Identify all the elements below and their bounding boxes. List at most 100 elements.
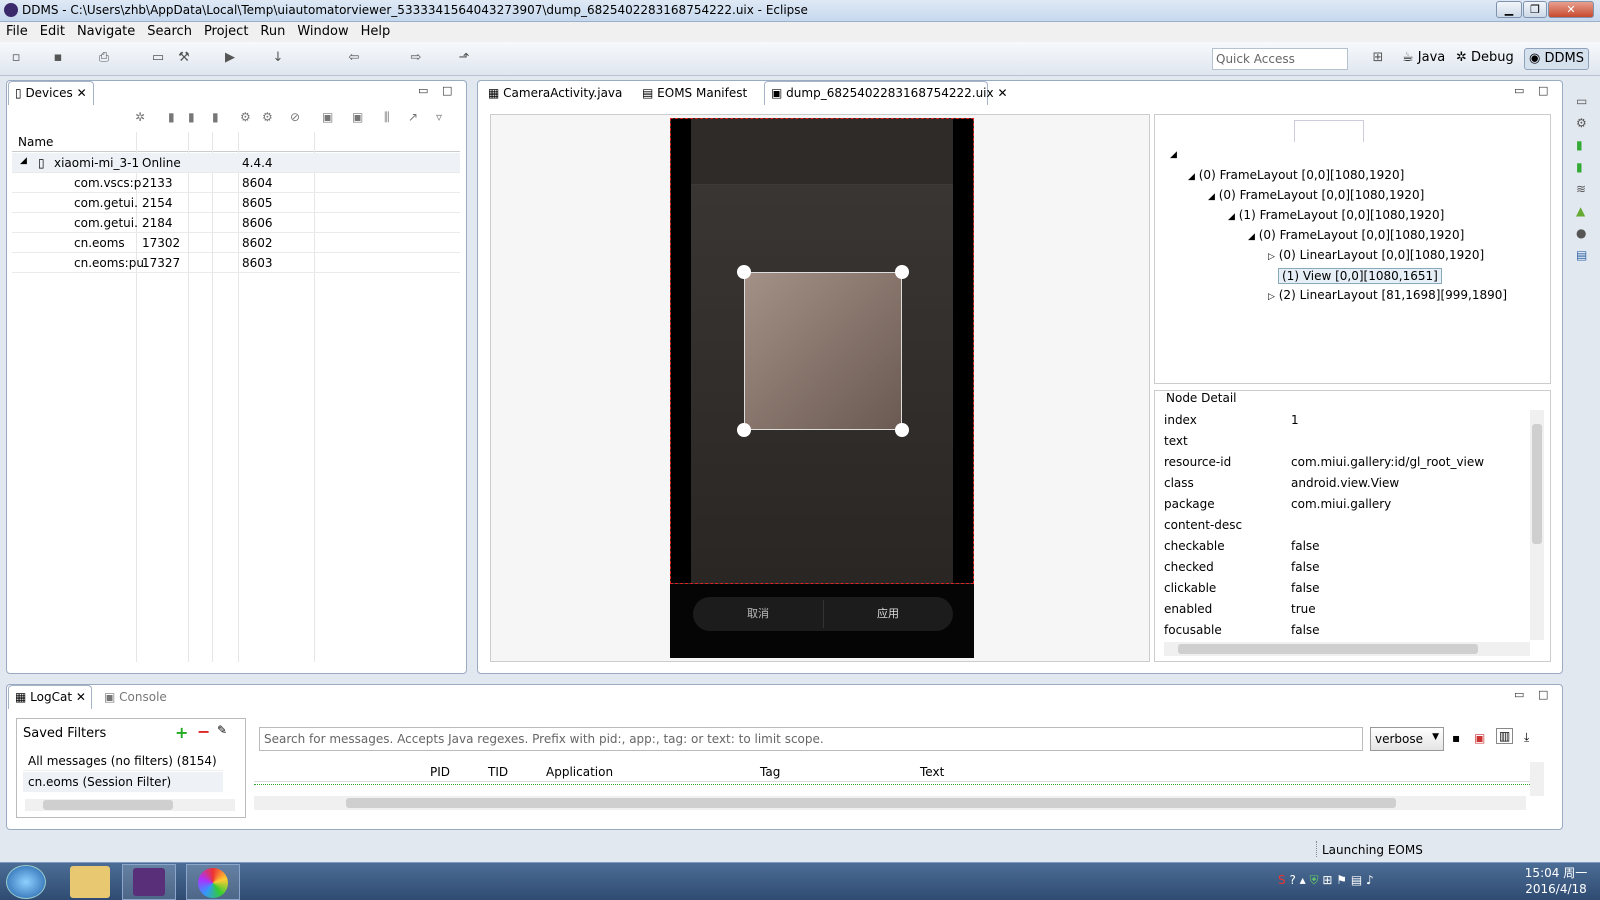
close-icon[interactable]: ✕ bbox=[76, 690, 86, 704]
crop-handle[interactable] bbox=[737, 423, 751, 437]
open-icon[interactable]: ▭ bbox=[150, 50, 166, 66]
process-row[interactable]: com.getui. 2184 8606 bbox=[12, 213, 460, 233]
crop-handle[interactable] bbox=[895, 265, 909, 279]
tab-eoms-manifest[interactable]: ▤ EOMS Manifest bbox=[636, 82, 753, 106]
update-threads-icon[interactable]: ⚙ bbox=[240, 110, 251, 124]
pin-icon[interactable]: ⬏ bbox=[456, 50, 472, 66]
detail-horizontal-scrollbar[interactable] bbox=[1164, 642, 1530, 656]
logcat-vertical-scrollbar[interactable] bbox=[1530, 762, 1544, 796]
maximize-icon[interactable]: □ bbox=[1538, 84, 1548, 97]
menu-help[interactable]: Help bbox=[355, 22, 397, 41]
expand-icon[interactable]: ◢ bbox=[1170, 150, 1177, 160]
tab-logcat[interactable]: ▦ LogCat ✕ bbox=[8, 685, 92, 709]
process-row[interactable]: cn.eoms 17302 8602 bbox=[12, 233, 460, 253]
menu-navigate[interactable]: Navigate bbox=[71, 22, 141, 41]
perspective-debug[interactable]: ✲ Debug bbox=[1452, 48, 1518, 70]
opengl-trace-icon[interactable]: ↗ bbox=[408, 110, 418, 124]
tree-node[interactable]: ◢ (0) FrameLayout [0,0][1080,1920] bbox=[1248, 228, 1464, 242]
forward-icon[interactable]: ⇨ bbox=[408, 50, 424, 66]
tree-node-selected[interactable]: (1) View [0,0][1080,1651] bbox=[1278, 268, 1442, 284]
print-icon[interactable]: ⎙ bbox=[96, 50, 112, 66]
add-filter-icon[interactable]: + bbox=[175, 723, 188, 742]
logcat-horizontal-scrollbar[interactable] bbox=[254, 796, 1526, 810]
systrace-icon[interactable]: ⫼ bbox=[384, 110, 390, 125]
network-icon[interactable]: ≋ bbox=[1576, 182, 1586, 196]
minimize-icon[interactable]: ▭ bbox=[1514, 84, 1524, 97]
new-icon[interactable]: ▫ bbox=[8, 50, 24, 66]
crop-handle[interactable] bbox=[737, 265, 751, 279]
close-icon[interactable]: ✕ bbox=[997, 86, 1007, 100]
menu-project[interactable]: Project bbox=[198, 22, 254, 41]
view-menu-icon[interactable]: ▿ bbox=[436, 110, 442, 124]
wrench-icon[interactable]: ⚒ bbox=[176, 50, 192, 66]
tab-dump-uix[interactable]: ▣ dump_6825402283168754222.uix ✕ bbox=[764, 81, 1008, 105]
update-heap-icon[interactable]: ▮ bbox=[168, 110, 175, 124]
tab-camera-activity[interactable]: ▦ CameraActivity.java bbox=[482, 82, 628, 106]
tray-expand-icon[interactable]: ▴ bbox=[1300, 873, 1306, 887]
logcat-search-input[interactable]: Search for messages. Accepts Java regexe… bbox=[259, 727, 1363, 751]
network-tray-icon[interactable]: ▤ bbox=[1351, 873, 1362, 887]
minimize-icon[interactable]: ▭ bbox=[418, 84, 428, 97]
device-row[interactable]: ◢ ▯ xiaomi-mi_3-1 Online 4.4.4 bbox=[12, 153, 460, 173]
tree-node[interactable]: ◢ (0) FrameLayout [0,0][1080,1920] bbox=[1188, 168, 1404, 182]
tree-search-box[interactable] bbox=[1294, 120, 1364, 142]
restore-icon[interactable]: ▭ bbox=[1576, 94, 1587, 108]
save-icon[interactable]: ▪ bbox=[50, 50, 66, 66]
phone-screen[interactable]: 取消 应用 bbox=[670, 118, 974, 658]
dump-view-hierarchy-icon[interactable]: ▣ bbox=[352, 110, 363, 124]
process-row[interactable]: com.vscs:p 2133 8604 bbox=[12, 173, 460, 193]
dump-hprof-icon[interactable]: ▮ bbox=[188, 110, 195, 124]
help-icon[interactable]: ? bbox=[1289, 873, 1295, 887]
menu-search[interactable]: Search bbox=[141, 22, 198, 41]
menu-file[interactable]: File bbox=[0, 22, 34, 41]
maximize-icon[interactable]: □ bbox=[442, 84, 452, 97]
security-icon[interactable]: ⛨ bbox=[1310, 873, 1319, 887]
allocation-icon[interactable]: ▮ bbox=[1576, 160, 1583, 174]
minimize-icon[interactable]: ▭ bbox=[1514, 688, 1524, 701]
next-annotation-icon[interactable]: ↓ bbox=[270, 50, 286, 66]
stop-icon[interactable]: ⊘ bbox=[290, 110, 300, 124]
tree-node[interactable]: ◢ (1) FrameLayout [0,0][1080,1920] bbox=[1228, 208, 1444, 222]
threads-icon[interactable]: ⚙ bbox=[1576, 116, 1587, 130]
run-icon[interactable]: ▶ bbox=[222, 50, 238, 66]
flag-icon[interactable]: ⚑ bbox=[1336, 873, 1347, 887]
input-method-icon[interactable]: S bbox=[1278, 873, 1286, 887]
windows-icon[interactable]: ⊞ bbox=[1322, 873, 1332, 887]
eclipse-taskbar-icon[interactable] bbox=[122, 864, 176, 900]
filter-item-selected[interactable]: cn.eoms (Session Filter) bbox=[23, 772, 223, 792]
detail-vertical-scrollbar[interactable] bbox=[1530, 410, 1544, 640]
remove-filter-icon[interactable]: − bbox=[197, 722, 210, 741]
clear-log-icon[interactable]: ▣ bbox=[1474, 731, 1485, 745]
quick-access-input[interactable]: Quick Access bbox=[1212, 48, 1348, 70]
file-explorer-icon[interactable]: ▤ bbox=[1576, 248, 1587, 262]
maximize-button[interactable]: ❐ bbox=[1523, 1, 1547, 18]
start-button[interactable] bbox=[6, 865, 46, 899]
tab-devices[interactable]: ▯ Devices ✕ bbox=[8, 81, 94, 105]
emulator-icon[interactable]: ● bbox=[1576, 226, 1586, 240]
scroll-lock-icon[interactable]: ⤓ bbox=[1524, 730, 1529, 745]
screen-capture-icon[interactable]: ▣ bbox=[322, 110, 333, 124]
log-row-partial[interactable] bbox=[254, 784, 1530, 790]
perspective-ddms[interactable]: ◉ DDMS bbox=[1524, 48, 1589, 70]
debug-icon[interactable]: ✲ bbox=[135, 110, 145, 124]
volume-icon[interactable]: ♪ bbox=[1366, 873, 1374, 887]
apply-button[interactable]: 应用 bbox=[823, 605, 953, 621]
minimize-button[interactable]: ▁ bbox=[1496, 1, 1522, 18]
clock[interactable]: 15:04 周一 2016/4/18 bbox=[1516, 865, 1596, 899]
log-level-select[interactable]: verbose ▼ bbox=[1370, 727, 1444, 751]
edit-filter-icon[interactable]: ✎ bbox=[217, 723, 227, 737]
filters-scrollbar[interactable] bbox=[25, 799, 235, 811]
explorer-taskbar-icon[interactable] bbox=[70, 866, 110, 898]
tree-node[interactable]: ▷ (0) LinearLayout [0,0][1080,1920] bbox=[1268, 248, 1484, 262]
back-icon[interactable]: ⇦ bbox=[346, 50, 362, 66]
menu-run[interactable]: Run bbox=[254, 22, 291, 41]
heap-icon[interactable]: ▮ bbox=[1576, 138, 1583, 152]
save-log-icon[interactable]: ▪ bbox=[1452, 731, 1460, 745]
open-perspective-icon[interactable]: ⊞ bbox=[1370, 50, 1386, 66]
tree-node[interactable]: ◢ (0) FrameLayout [0,0][1080,1920] bbox=[1208, 188, 1424, 202]
android-icon[interactable]: ▲ bbox=[1576, 204, 1585, 218]
process-row[interactable]: com.getui. 2154 8605 bbox=[12, 193, 460, 213]
menu-edit[interactable]: Edit bbox=[34, 22, 71, 41]
tree-node[interactable]: ▷ (2) LinearLayout [81,1698][999,1890] bbox=[1268, 288, 1507, 302]
gc-icon[interactable]: ▮ bbox=[212, 110, 219, 124]
